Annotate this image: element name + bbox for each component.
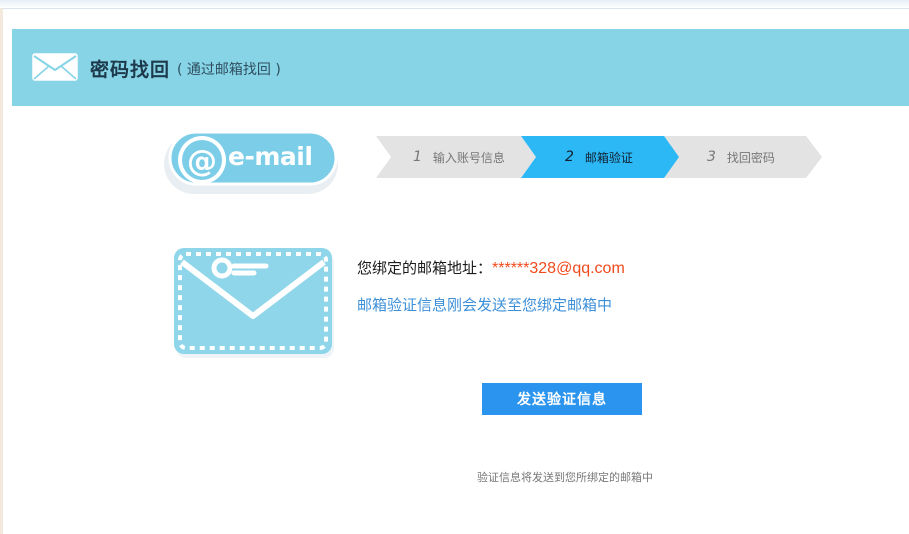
svg-text:@: @	[187, 144, 217, 179]
logo-text: e-mail	[228, 142, 313, 171]
top-strip	[0, 0, 909, 8]
envelope-icon	[174, 248, 334, 358]
step-1-number: 1	[413, 149, 422, 165]
page-subtitle: ( 通过邮箱找回 )	[177, 62, 281, 78]
send-verification-button[interactable]: 发送验证信息	[482, 383, 642, 415]
bound-email-value: ******328@qq.com	[492, 260, 625, 277]
step-2-label: 邮箱验证	[584, 150, 633, 165]
bound-email-line: 您绑定的邮箱地址：******328@qq.com	[357, 257, 625, 278]
progress-steps: 1 输入账号信息 2 邮箱验证 3 找回密码	[376, 136, 822, 178]
step-3-label: 找回密码	[726, 150, 775, 165]
page-title: 密码找回	[90, 59, 171, 81]
info-message: 邮箱验证信息刚会发送至您绑定邮箱中	[357, 296, 613, 314]
step-3-number: 3	[707, 149, 716, 165]
mail-icon	[32, 53, 78, 81]
step-2-number: 2	[565, 149, 574, 165]
page-header: 密码找回 ( 通过邮箱找回 )	[12, 29, 909, 106]
step-3: 3 找回密码	[664, 136, 822, 178]
step-1: 1 输入账号信息	[376, 136, 536, 178]
address-label: 您绑定的邮箱地址：	[357, 259, 493, 277]
step-1-label: 输入账号信息	[432, 150, 505, 165]
help-note: 验证信息将发送到您所绑定的邮箱中	[477, 471, 653, 484]
step-2-active: 2 邮箱验证	[521, 136, 681, 178]
